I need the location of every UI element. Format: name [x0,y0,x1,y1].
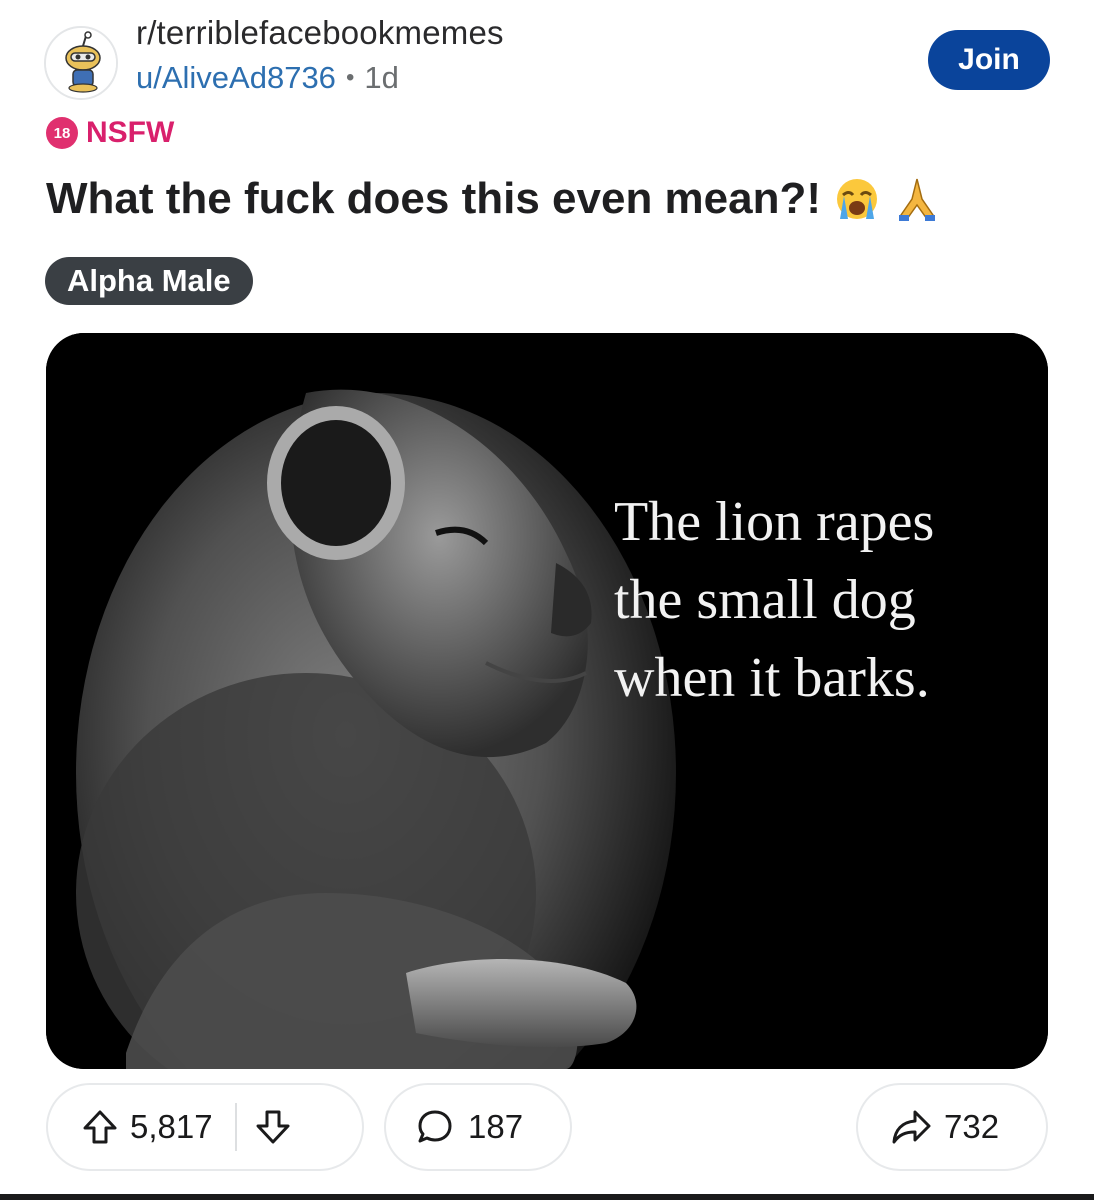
share-count: 732 [944,1108,1000,1145]
folded-hands-icon [899,178,936,221]
snoo-icon [46,28,116,98]
caption-line: The lion rapes [614,491,935,553]
author-link[interactable]: u/AliveAd8736 [136,60,336,96]
nsfw-label: NSFW [86,116,175,149]
subreddit-name[interactable]: r/terriblefacebookmemes [136,14,504,52]
post-image[interactable]: The lion rapes the small dog when it bar… [46,333,1048,1069]
vote-count: 5,817 [130,1108,213,1145]
post-title-row[interactable]: What the fuck does this even mean?! [46,174,941,224]
upvote-icon[interactable] [80,1107,120,1147]
post-card: r/terriblefacebookmemes u/AliveAd8736 • … [0,0,1094,1200]
post-age: 1d [364,60,399,95]
comment-count: 187 [468,1108,524,1145]
post-flair[interactable]: Alpha Male [45,257,253,305]
post-meta: u/AliveAd8736 • 1d [136,60,399,96]
vote-divider [234,1103,237,1151]
comments-button[interactable]: 187 [384,1083,572,1171]
subreddit-avatar[interactable] [44,26,118,100]
share-button[interactable]: 732 [856,1083,1048,1171]
caption-line: the small dog [614,569,916,631]
downvote-icon[interactable] [253,1107,293,1147]
caption-line: when it barks. [614,647,930,709]
loudly-crying-face-icon [837,179,878,219]
image-caption: The lion rapes the small dog when it bar… [614,483,1034,717]
vote-bar: 5,817 [46,1083,364,1171]
nsfw-tag: 18 NSFW [46,116,174,150]
join-button[interactable]: Join [928,30,1050,90]
post-title[interactable]: What the fuck does this even mean?! [46,174,821,224]
share-icon [890,1108,932,1146]
meta-separator: • [345,64,355,91]
comment-icon [416,1108,454,1146]
nsfw-18-icon: 18 [46,117,78,149]
